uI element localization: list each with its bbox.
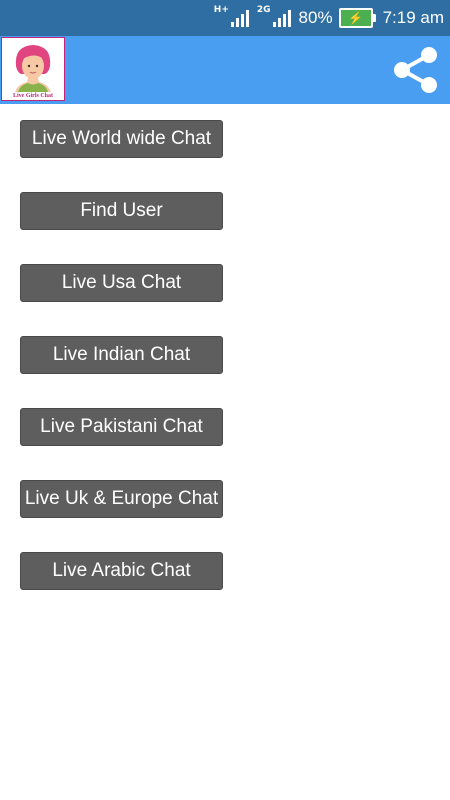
- status-bar: H+ 2G 80% ⚡ 7:19 am: [0, 0, 450, 36]
- chat-menu: Live World wide Chat Find User Live Usa …: [20, 120, 223, 624]
- logo-text: Live Girls Chat: [13, 93, 53, 99]
- share-icon: [394, 47, 437, 93]
- network-type-label: H+: [213, 5, 229, 15]
- network-type-label-2: 2G: [256, 5, 271, 15]
- app-logo: Live Girls Chat: [1, 37, 65, 101]
- find-user-button[interactable]: Find User: [20, 192, 223, 230]
- live-arabic-chat-button[interactable]: Live Arabic Chat: [20, 552, 223, 590]
- action-bar: Live Girls Chat: [0, 36, 450, 104]
- clock: 7:19 am: [382, 8, 444, 27]
- status-icons: H+ 2G 80% ⚡ 7:19 am: [214, 0, 444, 36]
- battery-charging-icon: ⚡: [338, 8, 376, 28]
- live-pakistani-chat-button[interactable]: Live Pakistani Chat: [20, 408, 223, 446]
- girl-avatar-icon: [15, 45, 51, 92]
- signal-icon: [230, 9, 249, 27]
- battery-percent: 80%: [298, 8, 333, 27]
- live-uk-europe-chat-button[interactable]: Live Uk & Europe Chat: [20, 480, 223, 518]
- live-indian-chat-button[interactable]: Live Indian Chat: [20, 336, 223, 374]
- live-world-wide-chat-button[interactable]: Live World wide Chat: [20, 120, 223, 158]
- signal-icon-2: [272, 9, 291, 27]
- live-usa-chat-button[interactable]: Live Usa Chat: [20, 264, 223, 302]
- share-button[interactable]: [388, 42, 444, 98]
